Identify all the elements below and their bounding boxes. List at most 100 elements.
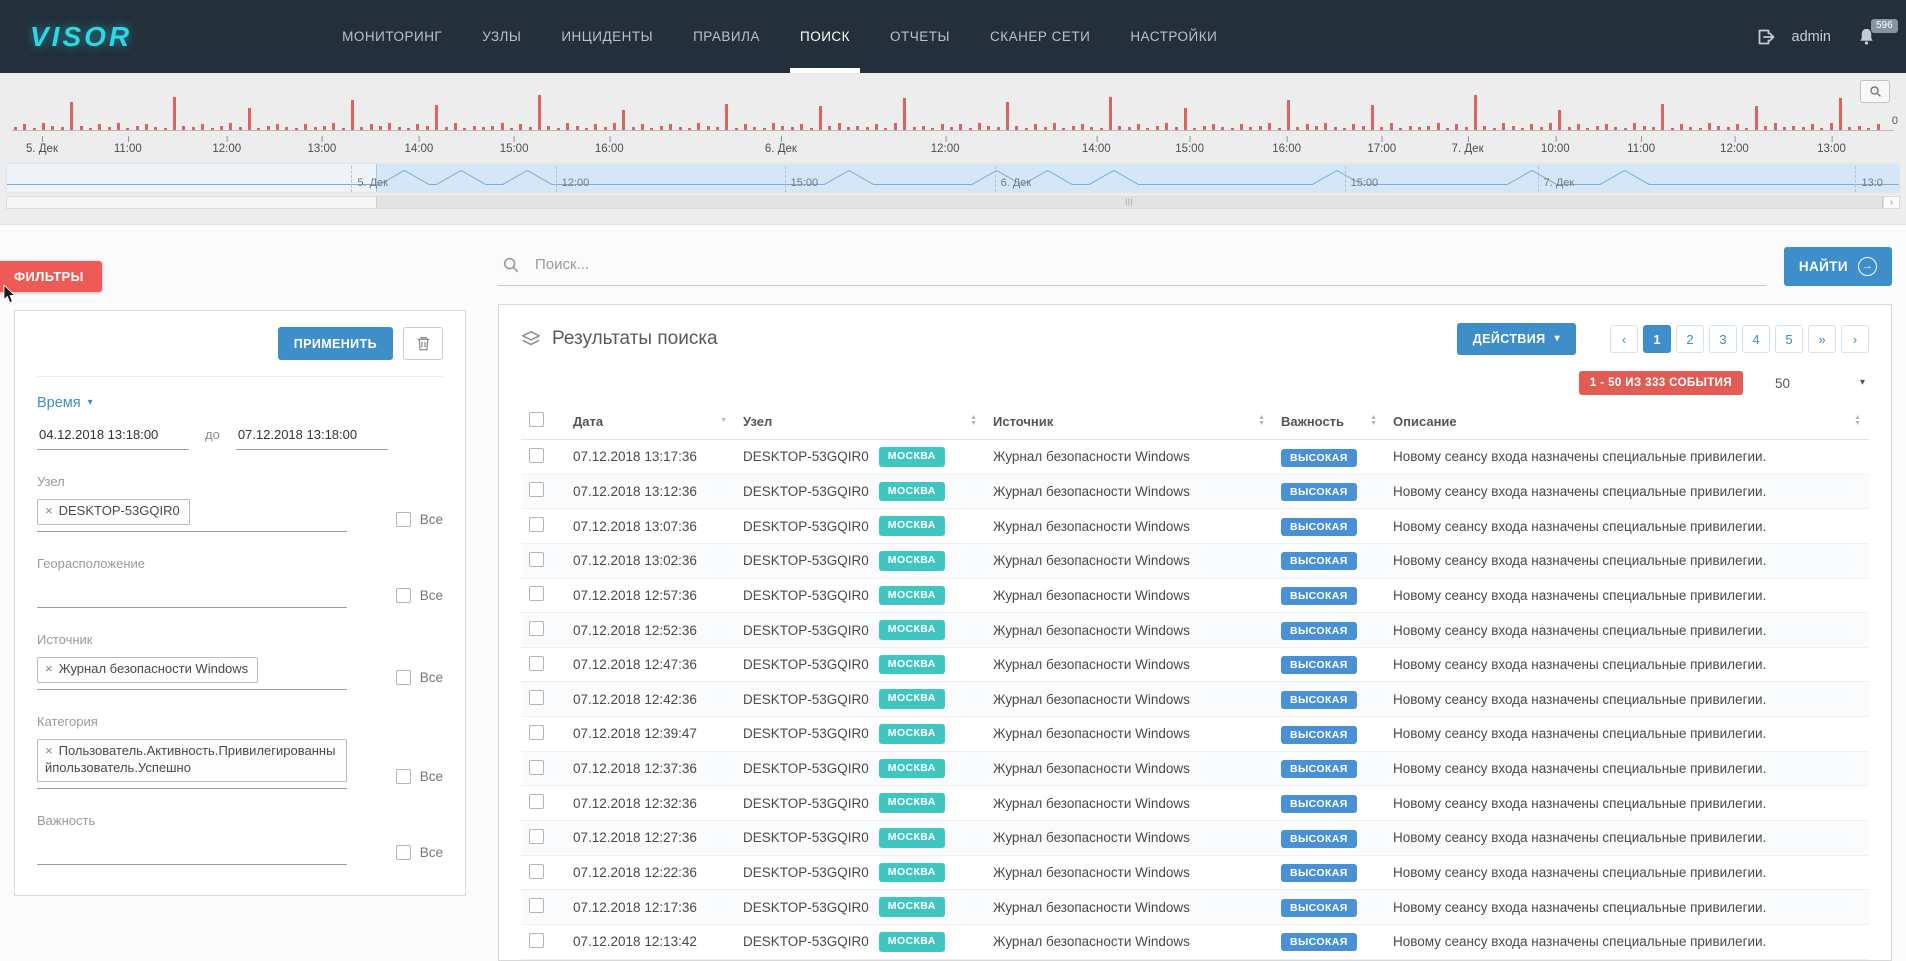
axis-label: 11:00 — [1627, 143, 1655, 155]
row-checkbox[interactable] — [529, 725, 544, 740]
sort-icon[interactable]: ▲▼ — [1854, 415, 1861, 428]
page-button[interactable]: 2 — [1676, 325, 1704, 353]
column-header[interactable]: Дата▼ — [565, 403, 735, 440]
all-checkbox-label: Все — [420, 512, 443, 527]
nav-item[interactable]: ИНЦИДЕНТЫ — [561, 0, 653, 73]
page-button[interactable]: › — [1841, 325, 1869, 353]
row-checkbox[interactable] — [529, 621, 544, 636]
column-header[interactable]: Узел▲▼ — [735, 403, 985, 440]
all-checkbox[interactable] — [396, 512, 411, 527]
row-checkbox[interactable] — [529, 517, 544, 532]
notifications-button[interactable]: 596 — [1857, 27, 1876, 46]
sort-icon[interactable]: ▲▼ — [1258, 415, 1265, 428]
remove-chip-icon[interactable]: × — [45, 661, 53, 676]
zoom-button[interactable] — [1860, 80, 1890, 103]
all-checkbox[interactable] — [396, 670, 411, 685]
find-button[interactable]: НАЙТИ → — [1784, 247, 1892, 286]
filter-chip[interactable]: ×DESKTOP-53GQIR0 — [37, 499, 190, 525]
page-button[interactable]: 4 — [1742, 325, 1770, 353]
cell-node: DESKTOP-53GQIR0 — [743, 692, 869, 707]
row-checkbox[interactable] — [529, 933, 544, 948]
row-checkbox[interactable] — [529, 794, 544, 809]
all-checkbox[interactable] — [396, 769, 411, 784]
scrollbar-right-icon[interactable]: › — [1883, 197, 1899, 208]
nav-item[interactable]: МОНИТОРИНГ — [342, 0, 442, 73]
clear-filters-button[interactable] — [403, 327, 443, 360]
table-row[interactable]: 07.12.2018 12:47:36DESKTOP-53GQIR0МОСКВА… — [521, 647, 1869, 682]
select-all-option[interactable]: Все — [396, 845, 443, 860]
timeline-scrollbar[interactable]: ||| › — [6, 196, 1900, 209]
table-row[interactable]: 07.12.2018 13:07:36DESKTOP-53GQIR0МОСКВА… — [521, 509, 1869, 544]
select-all-rows-checkbox[interactable] — [529, 412, 544, 427]
nav-item[interactable]: ПОИСК — [800, 0, 850, 73]
table-row[interactable]: 07.12.2018 12:27:36DESKTOP-53GQIR0МОСКВА… — [521, 821, 1869, 856]
select-all-option[interactable]: Все — [396, 588, 443, 603]
time-filter-toggle[interactable]: Время ▾ — [37, 395, 443, 411]
table-row[interactable]: 07.12.2018 13:12:36DESKTOP-53GQIR0МОСКВА… — [521, 474, 1869, 509]
table-row[interactable]: 07.12.2018 13:17:36DESKTOP-53GQIR0МОСКВА… — [521, 440, 1869, 475]
user-name[interactable]: admin — [1792, 29, 1832, 45]
filter-chip[interactable]: ×Журнал безопасности Windows — [37, 657, 258, 683]
row-checkbox[interactable] — [529, 482, 544, 497]
table-row[interactable]: 07.12.2018 12:39:47DESKTOP-53GQIR0МОСКВА… — [521, 717, 1869, 752]
table-row[interactable]: 07.12.2018 12:22:36DESKTOP-53GQIR0МОСКВА… — [521, 855, 1869, 890]
apply-filters-button[interactable]: ПРИМЕНИТЬ — [278, 327, 393, 360]
select-all-option[interactable]: Все — [396, 670, 443, 685]
column-header[interactable]: Важность▲▼ — [1273, 403, 1385, 440]
table-row[interactable]: 07.12.2018 12:42:36DESKTOP-53GQIR0МОСКВА… — [521, 682, 1869, 717]
page-button[interactable]: » — [1808, 325, 1836, 353]
actions-dropdown-button[interactable]: ДЕЙСТВИЯ ▾ — [1457, 323, 1576, 355]
filter-chip-area[interactable] — [37, 581, 347, 608]
page-button[interactable]: 1 — [1643, 325, 1671, 353]
filter-chip-area[interactable] — [37, 838, 347, 865]
column-header[interactable]: Описание▲▼ — [1385, 403, 1869, 440]
all-checkbox[interactable] — [396, 845, 411, 860]
nav-item[interactable]: СКАНЕР СЕТИ — [990, 0, 1090, 73]
table-row[interactable]: 07.12.2018 12:52:36DESKTOP-53GQIR0МОСКВА… — [521, 613, 1869, 648]
row-checkbox[interactable] — [529, 760, 544, 775]
table-row[interactable]: 07.12.2018 12:32:36DESKTOP-53GQIR0МОСКВА… — [521, 786, 1869, 821]
remove-chip-icon[interactable]: × — [45, 743, 53, 758]
row-checkbox[interactable] — [529, 690, 544, 705]
select-all-option[interactable]: Все — [396, 769, 443, 784]
sort-icon[interactable]: ▼ — [720, 418, 727, 424]
all-checkbox[interactable] — [396, 588, 411, 603]
search-box[interactable] — [498, 247, 1766, 286]
row-checkbox[interactable] — [529, 829, 544, 844]
page-button[interactable]: 3 — [1709, 325, 1737, 353]
table-row[interactable]: 07.12.2018 12:17:36DESKTOP-53GQIR0МОСКВА… — [521, 890, 1869, 925]
events-histogram[interactable]: 5. Дек11:0012:0013:0014:0015:0016:006. Д… — [6, 73, 1900, 161]
date-to-input[interactable]: 07.12.2018 13:18:00 — [236, 427, 388, 450]
row-checkbox[interactable] — [529, 552, 544, 567]
scrollbar-thumb[interactable]: ||| — [376, 197, 1883, 208]
logout-icon[interactable] — [1756, 27, 1776, 47]
column-header[interactable]: Источник▲▼ — [985, 403, 1273, 440]
date-from-input[interactable]: 04.12.2018 13:18:00 — [37, 427, 189, 450]
table-row[interactable]: 07.12.2018 12:13:42DESKTOP-53GQIR0МОСКВА… — [521, 924, 1869, 959]
row-checkbox[interactable] — [529, 898, 544, 913]
row-checkbox[interactable] — [529, 864, 544, 879]
sort-icon[interactable]: ▲▼ — [970, 415, 977, 428]
table-row[interactable]: 07.12.2018 12:57:36DESKTOP-53GQIR0МОСКВА… — [521, 578, 1869, 613]
timeline-brush[interactable]: 5. Дек12:0015:006. Дек15:007. Дек13:0 — [6, 163, 1900, 193]
table-row[interactable]: 07.12.2018 12:37:36DESKTOP-53GQIR0МОСКВА… — [521, 751, 1869, 786]
page-button[interactable]: ‹ — [1610, 325, 1638, 353]
sort-icon[interactable]: ▲▼ — [1370, 415, 1377, 428]
row-checkbox[interactable] — [529, 586, 544, 601]
row-checkbox[interactable] — [529, 448, 544, 463]
nav-item[interactable]: ОТЧЕТЫ — [890, 0, 950, 73]
nav-item[interactable]: НАСТРОЙКИ — [1130, 0, 1217, 73]
nav-item[interactable]: ПРАВИЛА — [693, 0, 760, 73]
remove-chip-icon[interactable]: × — [45, 503, 53, 518]
filter-chip-area[interactable]: ×Журнал безопасности Windows — [37, 657, 347, 690]
nav-item[interactable]: УЗЛЫ — [482, 0, 521, 73]
filter-chip-area[interactable]: ×Пользователь.Активность.Привилегированн… — [37, 739, 347, 789]
row-checkbox[interactable] — [529, 656, 544, 671]
select-all-option[interactable]: Все — [396, 512, 443, 527]
filter-chip-area[interactable]: ×DESKTOP-53GQIR0 — [37, 499, 347, 532]
search-input[interactable] — [533, 255, 1762, 274]
filter-chip[interactable]: ×Пользователь.Активность.Привилегированн… — [37, 739, 347, 782]
page-button[interactable]: 5 — [1775, 325, 1803, 353]
table-row[interactable]: 07.12.2018 13:02:36DESKTOP-53GQIR0МОСКВА… — [521, 543, 1869, 578]
page-size-select[interactable]: 50 ▾ — [1771, 374, 1869, 393]
